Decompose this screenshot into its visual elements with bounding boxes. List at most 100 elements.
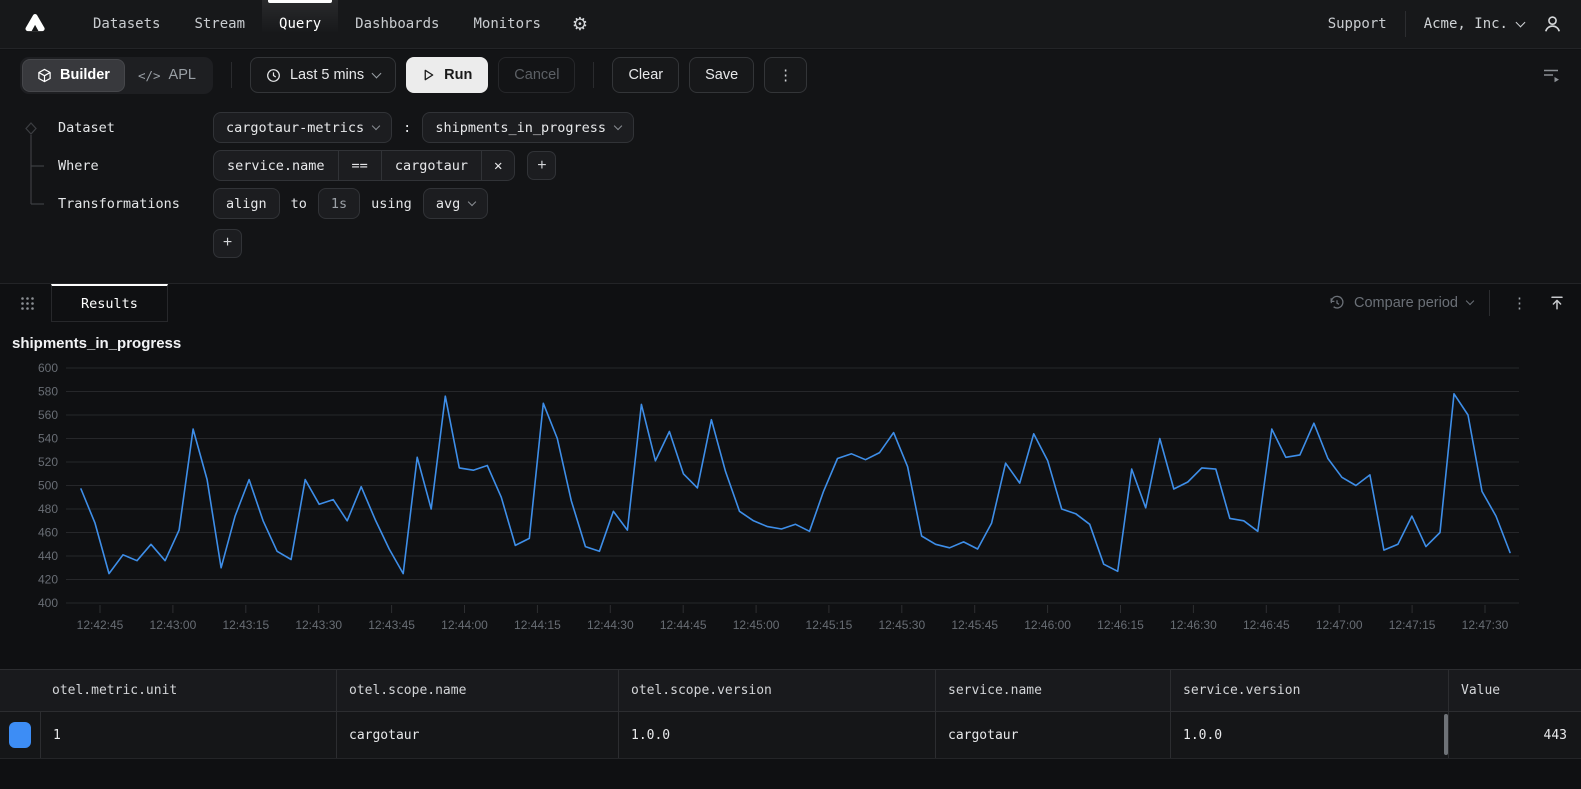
apl-mode-button[interactable]: </> APL [124, 60, 210, 91]
add-filter-button[interactable]: + [527, 151, 556, 180]
svg-text:440: 440 [38, 549, 58, 563]
save-button[interactable]: Save [689, 57, 754, 93]
cancel-button[interactable]: Cancel [498, 57, 575, 93]
align-transform[interactable]: align [213, 188, 280, 219]
where-field[interactable]: service.name [214, 151, 339, 180]
chevron-down-icon [372, 68, 382, 78]
axiom-logo[interactable] [18, 7, 52, 41]
column-header[interactable]: otel.scope.name [336, 670, 618, 711]
results-header-divider [1489, 290, 1490, 316]
nav-item-monitors[interactable]: Monitors [456, 0, 557, 48]
save-button-label: Save [705, 67, 738, 83]
toolbar-divider [231, 62, 232, 88]
history-icon [1329, 295, 1345, 311]
svg-text:12:43:30: 12:43:30 [295, 618, 342, 632]
table-cell: cargotaur [935, 712, 1170, 758]
results-tab-label: Results [81, 296, 138, 312]
series-swatch-cell [0, 712, 40, 758]
play-icon [422, 68, 435, 82]
compare-period-dropdown[interactable]: Compare period [1329, 295, 1473, 311]
interval-input[interactable]: 1s [318, 188, 360, 219]
org-switcher[interactable]: Acme, Inc. [1424, 16, 1524, 32]
results-panel: Results Compare period ⋮ shipments_in_pr… [0, 283, 1581, 789]
where-row: Where service.name == cargotaur ✕ + [58, 150, 1581, 181]
svg-text:400: 400 [38, 596, 58, 610]
aggregation-select[interactable]: avg [423, 188, 488, 219]
svg-text:560: 560 [38, 408, 58, 422]
clock-icon [266, 68, 281, 83]
where-value[interactable]: cargotaur [382, 151, 482, 180]
svg-text:520: 520 [38, 455, 58, 469]
cancel-button-label: Cancel [514, 67, 559, 83]
dataset-value: cargotaur-metrics [226, 120, 364, 136]
nav-item-datasets[interactable]: Datasets [76, 0, 177, 48]
svg-text:580: 580 [38, 385, 58, 399]
user-avatar-icon[interactable] [1542, 14, 1563, 35]
column-header[interactable]: service.version [1170, 670, 1448, 711]
results-more-button[interactable]: ⋮ [1506, 294, 1533, 312]
builder-mode-label: Builder [60, 67, 110, 83]
dataset-metric-separator: : [403, 120, 411, 136]
results-header-right: Compare period ⋮ [1329, 290, 1565, 316]
clear-button-label: Clear [628, 67, 663, 83]
close-icon: ✕ [494, 158, 502, 174]
kebab-icon: ⋮ [778, 66, 793, 84]
code-icon: </> [138, 68, 161, 83]
nav-divider [1405, 11, 1406, 37]
svg-text:12:46:00: 12:46:00 [1024, 618, 1071, 632]
nav-item-query[interactable]: Query [262, 0, 338, 48]
run-button[interactable]: Run [406, 57, 488, 93]
settings-gear-icon[interactable]: ⚙ [572, 14, 588, 35]
add-transformation-button[interactable]: + [213, 229, 242, 258]
results-table: otel.metric.unit otel.scope.name otel.sc… [0, 669, 1581, 759]
dataset-select[interactable]: cargotaur-metrics [213, 112, 392, 143]
column-header[interactable]: otel.scope.version [618, 670, 935, 711]
timeseries-chart[interactable]: 60058056054052050048046044042040012:42:4… [0, 321, 1581, 651]
transformations-row-label: Transformations [58, 196, 213, 212]
support-link[interactable]: Support [1328, 16, 1387, 32]
nav-item-dashboards[interactable]: Dashboards [338, 0, 456, 48]
builder-mode-button[interactable]: Builder [23, 60, 124, 91]
collapse-up-icon [1549, 295, 1565, 311]
nav-item-label: Datasets [93, 16, 160, 32]
nav-item-label: Monitors [473, 16, 540, 32]
where-operator[interactable]: == [339, 151, 382, 180]
more-options-button[interactable]: ⋮ [764, 57, 807, 93]
query-builder: Dataset cargotaur-metrics : shipments_in… [0, 100, 1581, 283]
time-range-picker[interactable]: Last 5 mins [250, 57, 396, 93]
metric-select[interactable]: shipments_in_progress [422, 112, 634, 143]
nav-items: Datasets Stream Query Dashboards Monitor… [76, 0, 558, 48]
align-label: align [226, 196, 267, 212]
toolbar-divider [593, 62, 594, 88]
nav-right: Support Acme, Inc. [1328, 11, 1563, 37]
drag-handle-icon[interactable] [16, 292, 39, 315]
svg-text:12:47:15: 12:47:15 [1389, 618, 1436, 632]
svg-text:12:43:15: 12:43:15 [222, 618, 269, 632]
to-word: to [291, 196, 307, 212]
plus-icon: + [537, 157, 546, 175]
where-filter-group: service.name == cargotaur ✕ [213, 150, 515, 181]
tab-results[interactable]: Results [51, 284, 168, 322]
remove-filter-button[interactable]: ✕ [482, 151, 514, 180]
format-options-icon[interactable] [1541, 66, 1561, 84]
interval-value: 1s [331, 196, 347, 212]
cube-icon [37, 68, 52, 83]
aggregation-value: avg [436, 196, 460, 212]
svg-text:12:43:45: 12:43:45 [368, 618, 415, 632]
builder-tree-guides [25, 114, 51, 310]
nav-item-stream[interactable]: Stream [177, 0, 262, 48]
column-header[interactable]: otel.metric.unit [40, 670, 336, 711]
org-name: Acme, Inc. [1424, 16, 1508, 32]
svg-text:12:46:45: 12:46:45 [1243, 618, 1290, 632]
collapse-panel-button[interactable] [1549, 295, 1565, 311]
kebab-icon: ⋮ [1512, 295, 1527, 312]
clear-button[interactable]: Clear [612, 57, 679, 93]
svg-text:12:42:45: 12:42:45 [77, 618, 124, 632]
table-row[interactable]: 1 cargotaur 1.0.0 cargotaur 1.0.0 443 [0, 712, 1581, 759]
compare-period-label: Compare period [1354, 295, 1458, 311]
table-scrollbar-thumb[interactable] [1444, 714, 1448, 755]
column-header[interactable]: service.name [935, 670, 1170, 711]
column-header[interactable]: Value [1448, 670, 1581, 711]
plus-icon: + [223, 234, 232, 252]
query-toolbar: Builder </> APL Last 5 mins Run Cancel C… [0, 50, 1581, 100]
